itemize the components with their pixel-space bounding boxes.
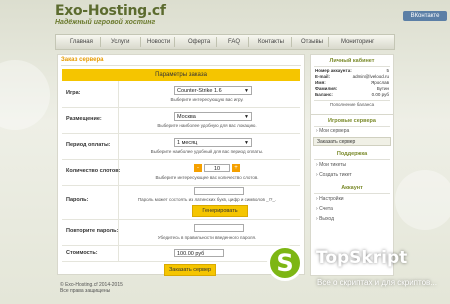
sidebar-item-settings[interactable]: › Настройки — [313, 195, 391, 204]
divider — [118, 245, 119, 261]
nav-item-services[interactable]: Услуги — [111, 35, 129, 49]
game-select-value: Counter-Strike 1.6 — [177, 88, 222, 94]
repeat-password-label: Повторите пароль: — [66, 228, 119, 234]
site-tagline: Надёжный игровой хостинг — [55, 19, 156, 26]
period-hint: Выберите наиболее удобный для вас период… — [150, 149, 264, 154]
main-nav: Главная Услуги Новости Оферта FAQ Контак… — [55, 34, 395, 50]
table-row: Игра: Counter-Strike 1.6 ▼ Выберите инте… — [62, 81, 300, 108]
nav-item-monitoring[interactable]: Мониторинг — [341, 35, 374, 49]
chevron-down-icon: ▼ — [244, 114, 249, 120]
sidebar-item-my-tickets[interactable]: › Мои тикеты — [313, 161, 391, 170]
slots-minus-button[interactable]: - — [194, 164, 202, 172]
order-table: Параметры заказа Игра: Counter-Strike 1.… — [62, 69, 300, 296]
page-title: Заказ сервера — [61, 57, 104, 63]
slots-hint: Выберите интересующее вас количество сло… — [155, 175, 259, 180]
divider — [118, 107, 119, 133]
game-hint: Выберите интересующую вас игру. — [170, 97, 244, 102]
chevron-down-icon: ▼ — [244, 140, 249, 146]
footer-rights: Все права защищены — [60, 288, 111, 294]
nav-item-offer[interactable]: Оферта — [188, 35, 210, 49]
divider — [314, 193, 390, 194]
generate-password-button[interactable]: Генерировать — [192, 205, 248, 217]
location-label: Размещение: — [66, 116, 102, 122]
topskript-logo-icon: S — [267, 245, 303, 281]
topup-balance-link[interactable]: Пополнение баланса — [311, 102, 393, 107]
table-row: Пароль: Пароль может состоять из латинск… — [62, 185, 300, 220]
game-label: Игра: — [66, 90, 81, 96]
cost-field: 100.00 руб — [174, 249, 224, 257]
table-row: Стоимость: 100.00 руб — [62, 245, 300, 262]
table-header: Параметры заказа — [62, 69, 300, 81]
password-hint: Пароль может состоять из латинских букв,… — [137, 197, 277, 202]
game-select[interactable]: Counter-Strike 1.6 ▼ — [174, 86, 252, 95]
password-label: Пароль: — [66, 197, 89, 203]
period-select[interactable]: 1 месяц ▼ — [174, 138, 252, 147]
chevron-down-icon: ▼ — [244, 88, 249, 94]
cabinet-title: Личный кабинет — [329, 58, 375, 64]
sidebar-item-invoices[interactable]: › Счета — [313, 205, 391, 214]
nav-item-home[interactable]: Главная — [70, 35, 93, 49]
sidebar-item-create-ticket[interactable]: › Создать тикет — [313, 171, 391, 180]
site-header: Exo-Hosting.cf Надёжный игровой хостинг … — [55, 3, 447, 33]
vk-button[interactable]: ВКонтакте — [403, 11, 447, 21]
decorative-shape — [395, 170, 450, 230]
game-servers-title: Игровые сервера — [328, 118, 376, 124]
account-title: Аккаунт — [341, 185, 363, 191]
slots-plus-button[interactable]: + — [232, 164, 240, 172]
location-select[interactable]: Москва ▼ — [174, 112, 252, 121]
sidebar-item-order-server[interactable]: Заказать сервер — [313, 137, 391, 146]
nav-item-news[interactable]: Новости — [147, 35, 170, 49]
sidebar-item-my-servers[interactable]: › Мои сервера — [313, 127, 391, 136]
repeat-password-hint: Убедитесь в правильности введенного паро… — [157, 235, 257, 240]
location-select-value: Москва — [177, 114, 196, 120]
table-row: Период оплаты: 1 месяц ▼ Выберите наибол… — [62, 133, 300, 160]
nav-item-contacts[interactable]: Контакты — [258, 35, 284, 49]
slots-label: Количество слотов: — [66, 168, 121, 174]
period-label: Период оплаты: — [66, 142, 111, 148]
support-title: Поддержка — [336, 151, 368, 157]
watermark-name: TopSkript — [316, 248, 408, 268]
table-row: Размещение: Москва ▼ Выберите наиболее у… — [62, 107, 300, 134]
divider — [118, 133, 119, 159]
nav-item-faq[interactable]: FAQ — [228, 35, 240, 49]
order-server-button[interactable]: Заказать сервер — [164, 264, 216, 276]
site-footer: © Exo-Hosting.cf 2014-2015 Все права защ… — [60, 282, 123, 294]
watermark-tagline: Все о скриптах и для скриптов... — [317, 278, 437, 287]
table-row: Количество слотов: - 10 + Выберите интер… — [62, 159, 300, 186]
divider — [314, 159, 390, 160]
sidebar-item-logout[interactable]: › Выход — [313, 215, 391, 224]
order-panel: Заказ сервера Параметры заказа Игра: Cou… — [57, 54, 305, 276]
divider — [118, 185, 119, 219]
password-input[interactable] — [194, 187, 244, 195]
slots-input[interactable]: 10 — [204, 164, 230, 172]
site-logo[interactable]: Exo-Hosting.cf — [55, 3, 166, 19]
divider — [314, 66, 390, 67]
table-row: Повторите пароль: Убедитесь в правильнос… — [62, 219, 300, 246]
cost-label: Стоимость: — [66, 250, 98, 256]
divider — [314, 100, 390, 101]
nav-item-reviews[interactable]: Отзывы — [301, 35, 323, 49]
period-select-value: 1 месяц — [177, 140, 198, 146]
repeat-password-input[interactable] — [194, 224, 244, 232]
divider — [61, 65, 301, 66]
location-hint: Выберите наиболее удобную для вас локаци… — [157, 123, 257, 128]
divider — [118, 81, 119, 107]
